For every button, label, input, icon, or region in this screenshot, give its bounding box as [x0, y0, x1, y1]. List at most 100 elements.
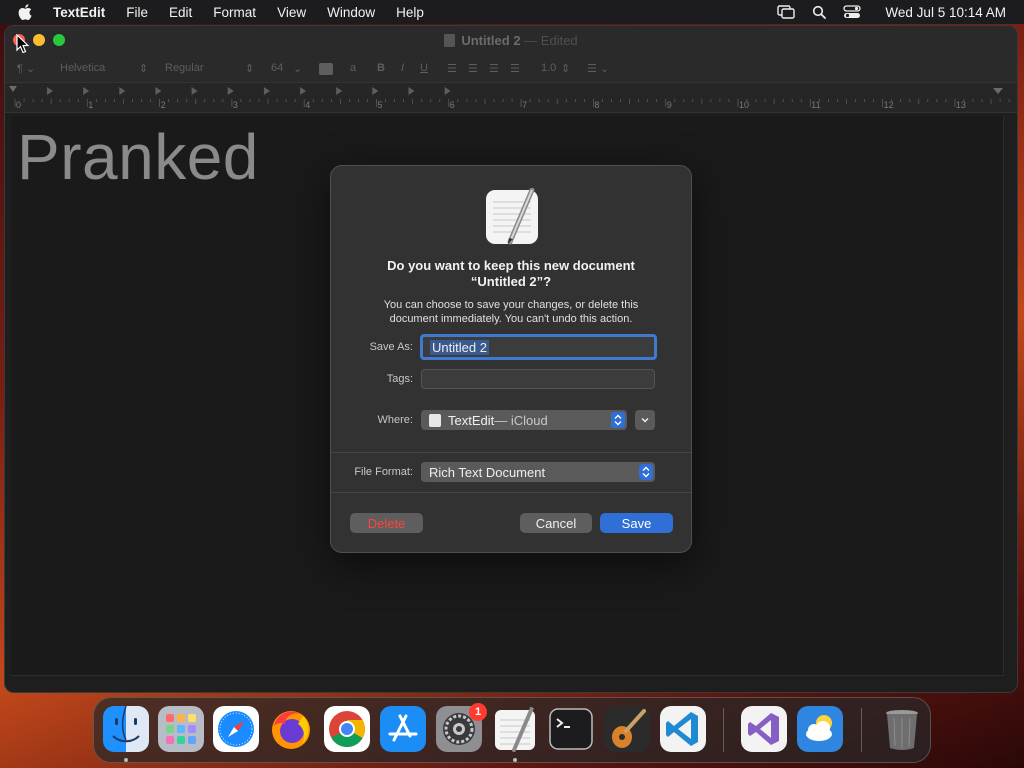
menu-edit[interactable]: Edit: [169, 5, 192, 20]
line-spacing-stepper-icon: ⇕: [561, 63, 571, 75]
file-format-popup[interactable]: Rich Text Document: [421, 462, 655, 482]
cancel-button[interactable]: Cancel: [520, 513, 592, 533]
save-dialog: Do you want to keep this new document “U…: [330, 165, 692, 553]
dock-app-store[interactable]: [380, 706, 426, 752]
tab-stop-marker[interactable]: [83, 87, 90, 95]
menu-format[interactable]: Format: [213, 5, 256, 20]
tab-stop-marker[interactable]: [300, 87, 307, 95]
tab-stop-marker[interactable]: [155, 87, 162, 95]
garageband-icon: [604, 706, 650, 752]
window-title: Untitled 2 — Edited: [5, 33, 1017, 48]
save-button[interactable]: Save: [600, 513, 673, 533]
dock-finder[interactable]: [103, 706, 149, 752]
system-settings-badge: 1: [469, 703, 487, 721]
align-left-icon[interactable]: ☰: [447, 62, 457, 75]
dock-launchpad[interactable]: [158, 706, 204, 752]
tab-stop-marker[interactable]: [408, 87, 415, 95]
menu-app-name[interactable]: TextEdit: [53, 5, 105, 20]
tab-stop-marker[interactable]: [336, 87, 343, 95]
tab-stop-marker[interactable]: [444, 87, 451, 95]
apple-menu-icon[interactable]: [18, 4, 36, 20]
save-as-label: Save As:: [369, 341, 413, 353]
dock-safari[interactable]: [213, 706, 259, 752]
left-indent-marker[interactable]: [9, 86, 17, 92]
bold-button[interactable]: B: [377, 62, 385, 74]
format-toolbar: ¶ ⌄ Helvetica ⇕ Regular ⇕ 64 ⌄ a B I U ☰…: [5, 56, 1017, 82]
font-size-field[interactable]: 64: [271, 62, 283, 74]
dialog-title-line1: Do you want to keep this new document: [387, 258, 635, 273]
dock-weather[interactable]: [797, 706, 843, 752]
paragraph-style-popup[interactable]: ¶ ⌄: [17, 62, 35, 75]
file-format-value: Rich Text Document: [429, 464, 546, 480]
menu-view[interactable]: View: [277, 5, 306, 20]
ruler-number: 3: [233, 100, 238, 110]
textedit-app-icon: [486, 188, 538, 245]
save-as-field[interactable]: Untitled 2: [420, 334, 657, 360]
tags-field[interactable]: [421, 369, 655, 389]
background-color-button[interactable]: a: [350, 62, 356, 74]
where-stepper-icon: [611, 412, 625, 428]
dock-separator-trash: [861, 708, 862, 752]
dock-chrome[interactable]: [324, 706, 370, 752]
spotlight-search-icon[interactable]: [812, 5, 827, 19]
ruler-number: 1: [88, 100, 93, 110]
dock-textedit[interactable]: [492, 706, 538, 752]
italic-button[interactable]: I: [401, 62, 404, 74]
safari-icon: [213, 706, 259, 752]
right-margin-marker[interactable]: [993, 88, 1003, 94]
vscode-icon: [660, 706, 706, 752]
tab-stop-marker[interactable]: [263, 87, 270, 95]
ruler-number: 13: [956, 100, 966, 110]
tab-stop-marker[interactable]: [227, 87, 234, 95]
text-color-well[interactable]: [319, 63, 333, 75]
align-center-icon[interactable]: ☰: [468, 62, 478, 75]
expand-dialog-button[interactable]: [635, 410, 655, 430]
document-text[interactable]: Pranked: [17, 120, 259, 194]
ruler[interactable]: 0 1 2 3 4 5 6 7 8 9 10 11 12 13: [5, 82, 1017, 113]
launchpad-icon: [158, 706, 204, 752]
dock-trash[interactable]: [879, 706, 925, 752]
font-family-popup[interactable]: Helvetica: [60, 62, 105, 74]
font-style-popup[interactable]: Regular: [165, 62, 204, 74]
terminal-icon: [549, 708, 593, 750]
where-app: TextEdit: [448, 412, 495, 428]
dialog-separator-top: [331, 452, 691, 453]
menu-file[interactable]: File: [126, 5, 148, 20]
dock-terminal[interactable]: [548, 706, 594, 752]
font-size-chevron-icon[interactable]: ⌄: [293, 62, 302, 75]
font-style-stepper-icon: ⇕: [245, 63, 255, 75]
tab-stop-marker[interactable]: [191, 87, 198, 95]
tab-stop-marker[interactable]: [372, 87, 379, 95]
where-popup[interactable]: TextEdit — iCloud: [421, 410, 627, 430]
list-bullets-popup[interactable]: ☰ ⌄: [587, 62, 609, 75]
ruler-number: 2: [161, 100, 166, 110]
dock-textedit-running-dot: [513, 758, 517, 762]
tab-stop-marker[interactable]: [119, 87, 126, 95]
chevron-down-icon: [641, 417, 649, 423]
underline-button[interactable]: U: [420, 62, 428, 74]
dock-firefox[interactable]: [268, 706, 314, 752]
window-edited-label: — Edited: [524, 33, 578, 48]
menu-help[interactable]: Help: [396, 5, 424, 20]
dock-vscode[interactable]: [660, 706, 706, 752]
line-spacing-popup[interactable]: 1.0: [541, 62, 556, 74]
dialog-title: Do you want to keep this new document “U…: [351, 258, 671, 290]
ruler-number: 7: [522, 100, 527, 110]
menu-clock[interactable]: Wed Jul 5 10:14 AM: [885, 5, 1006, 20]
menu-bar: TextEdit File Edit Format View Window He…: [0, 0, 1024, 24]
paragraph-style-icon: ¶: [17, 63, 23, 75]
dock-visual-studio[interactable]: [741, 706, 787, 752]
dock-garageband[interactable]: [604, 706, 650, 752]
document-proxy-icon[interactable]: [444, 34, 456, 47]
control-center-icon[interactable]: [843, 5, 862, 19]
firefox-icon: [272, 711, 310, 749]
align-right-icon[interactable]: ☰: [489, 62, 499, 75]
tags-label: Tags:: [386, 373, 413, 385]
finder-icon: [103, 706, 149, 752]
delete-button[interactable]: Delete: [350, 513, 423, 533]
ruler-number: 6: [450, 100, 455, 110]
tab-stop-marker[interactable]: [47, 87, 53, 95]
align-justify-icon[interactable]: ☰: [510, 62, 520, 75]
screen-mirroring-icon[interactable]: [777, 5, 796, 19]
menu-window[interactable]: Window: [327, 5, 375, 20]
